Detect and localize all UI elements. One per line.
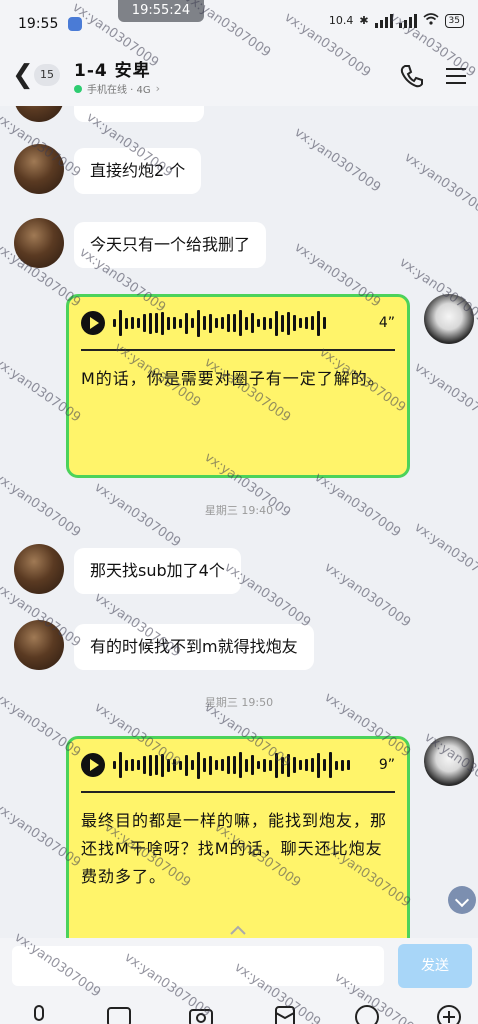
- waveform: [113, 308, 371, 338]
- add-icon[interactable]: [436, 1004, 462, 1024]
- camera-icon[interactable]: [188, 1004, 214, 1024]
- network-speed: 10.4: [328, 14, 354, 27]
- send-button[interactable]: 发送: [398, 944, 472, 988]
- status-time: 19:55: [18, 16, 59, 32]
- voice-transcript: 最终目的都是一样的嘛，能找到炮友，那还找M干啥呀？找M的话，聊天还比炮友费劲多了…: [81, 811, 388, 886]
- phone-icon[interactable]: [398, 62, 426, 90]
- bluetooth-icon: ✱: [359, 14, 369, 27]
- status-icons: 10.4 ✱ 35: [329, 13, 464, 28]
- contact-avatar[interactable]: [14, 544, 64, 594]
- message-bubble[interactable]: 有的时候找不到m就得找炮友: [74, 624, 314, 670]
- online-status-text: 手机在线 · 4G: [87, 85, 151, 96]
- contact-avatar[interactable]: [14, 620, 64, 670]
- scroll-down-button[interactable]: [448, 886, 476, 914]
- chat-area[interactable]: 直接约炮2 个 今天只有一个给我删了 4” M的话，你是需要对圈子有一定了解的。…: [0, 106, 478, 938]
- contact-avatar[interactable]: [14, 218, 64, 268]
- my-avatar[interactable]: [424, 294, 474, 344]
- message-input[interactable]: [12, 946, 384, 986]
- red-packet-icon[interactable]: [272, 1004, 298, 1024]
- timestamp: 星期三 19:40: [204, 504, 274, 517]
- contact-avatar[interactable]: [14, 144, 64, 194]
- input-toolbar: [0, 992, 478, 1024]
- waveform: [113, 750, 371, 780]
- signal-icon-2: [398, 13, 417, 28]
- message-bubble-partial: [74, 106, 204, 122]
- voice-message-bubble[interactable]: 4” M的话，你是需要对圈子有一定了解的。: [66, 294, 410, 478]
- menu-icon[interactable]: [444, 64, 468, 88]
- chevron-up-icon[interactable]: [226, 922, 250, 936]
- online-dot-icon: [74, 84, 82, 93]
- status-bar: 19:55 19:55:24 10.4 ✱ 35: [0, 0, 478, 48]
- voice-message-bubble[interactable]: 9” 最终目的都是一样的嘛，能找到炮友，那还找M干啥呀？找M的话，聊天还比炮友费…: [66, 736, 410, 938]
- message-bubble[interactable]: 直接约炮2 个: [74, 148, 202, 194]
- voice-duration: 9”: [378, 757, 395, 773]
- message-bubble[interactable]: 那天找sub加了4个: [74, 548, 241, 594]
- message-bubble[interactable]: 今天只有一个给我删了: [74, 222, 267, 268]
- back-icon[interactable]: ❮: [12, 62, 34, 88]
- wifi-icon: [423, 13, 439, 28]
- microphone-icon[interactable]: [26, 1004, 52, 1024]
- contact-avatar[interactable]: [14, 106, 64, 122]
- screen-recorder-time: 19:55:24: [118, 0, 204, 22]
- emoji-icon[interactable]: [354, 1004, 380, 1024]
- battery-icon: 35: [444, 13, 464, 28]
- input-bar: 发送: [0, 925, 478, 992]
- voice-duration: 4”: [378, 315, 395, 331]
- voice-player[interactable]: 9”: [81, 739, 395, 793]
- app-notification-icon: [68, 17, 82, 31]
- unread-badge[interactable]: 15: [34, 64, 60, 86]
- play-icon[interactable]: [81, 311, 105, 335]
- chat-title[interactable]: 1-4 安卑: [74, 56, 151, 81]
- signal-icon: [374, 13, 393, 28]
- my-avatar[interactable]: [424, 736, 474, 786]
- online-status: 手机在线 · 4G ›: [74, 81, 160, 96]
- chat-header: ❮ 15 1-4 安卑 手机在线 · 4G ›: [0, 48, 478, 106]
- voice-transcript: M的话，你是需要对圈子有一定了解的。: [81, 369, 385, 388]
- timestamp: 星期三 19:50: [204, 696, 274, 709]
- play-icon[interactable]: [81, 753, 105, 777]
- chevron-right-icon: ›: [155, 82, 161, 95]
- voice-player[interactable]: 4”: [81, 297, 395, 351]
- image-icon[interactable]: [106, 1004, 132, 1024]
